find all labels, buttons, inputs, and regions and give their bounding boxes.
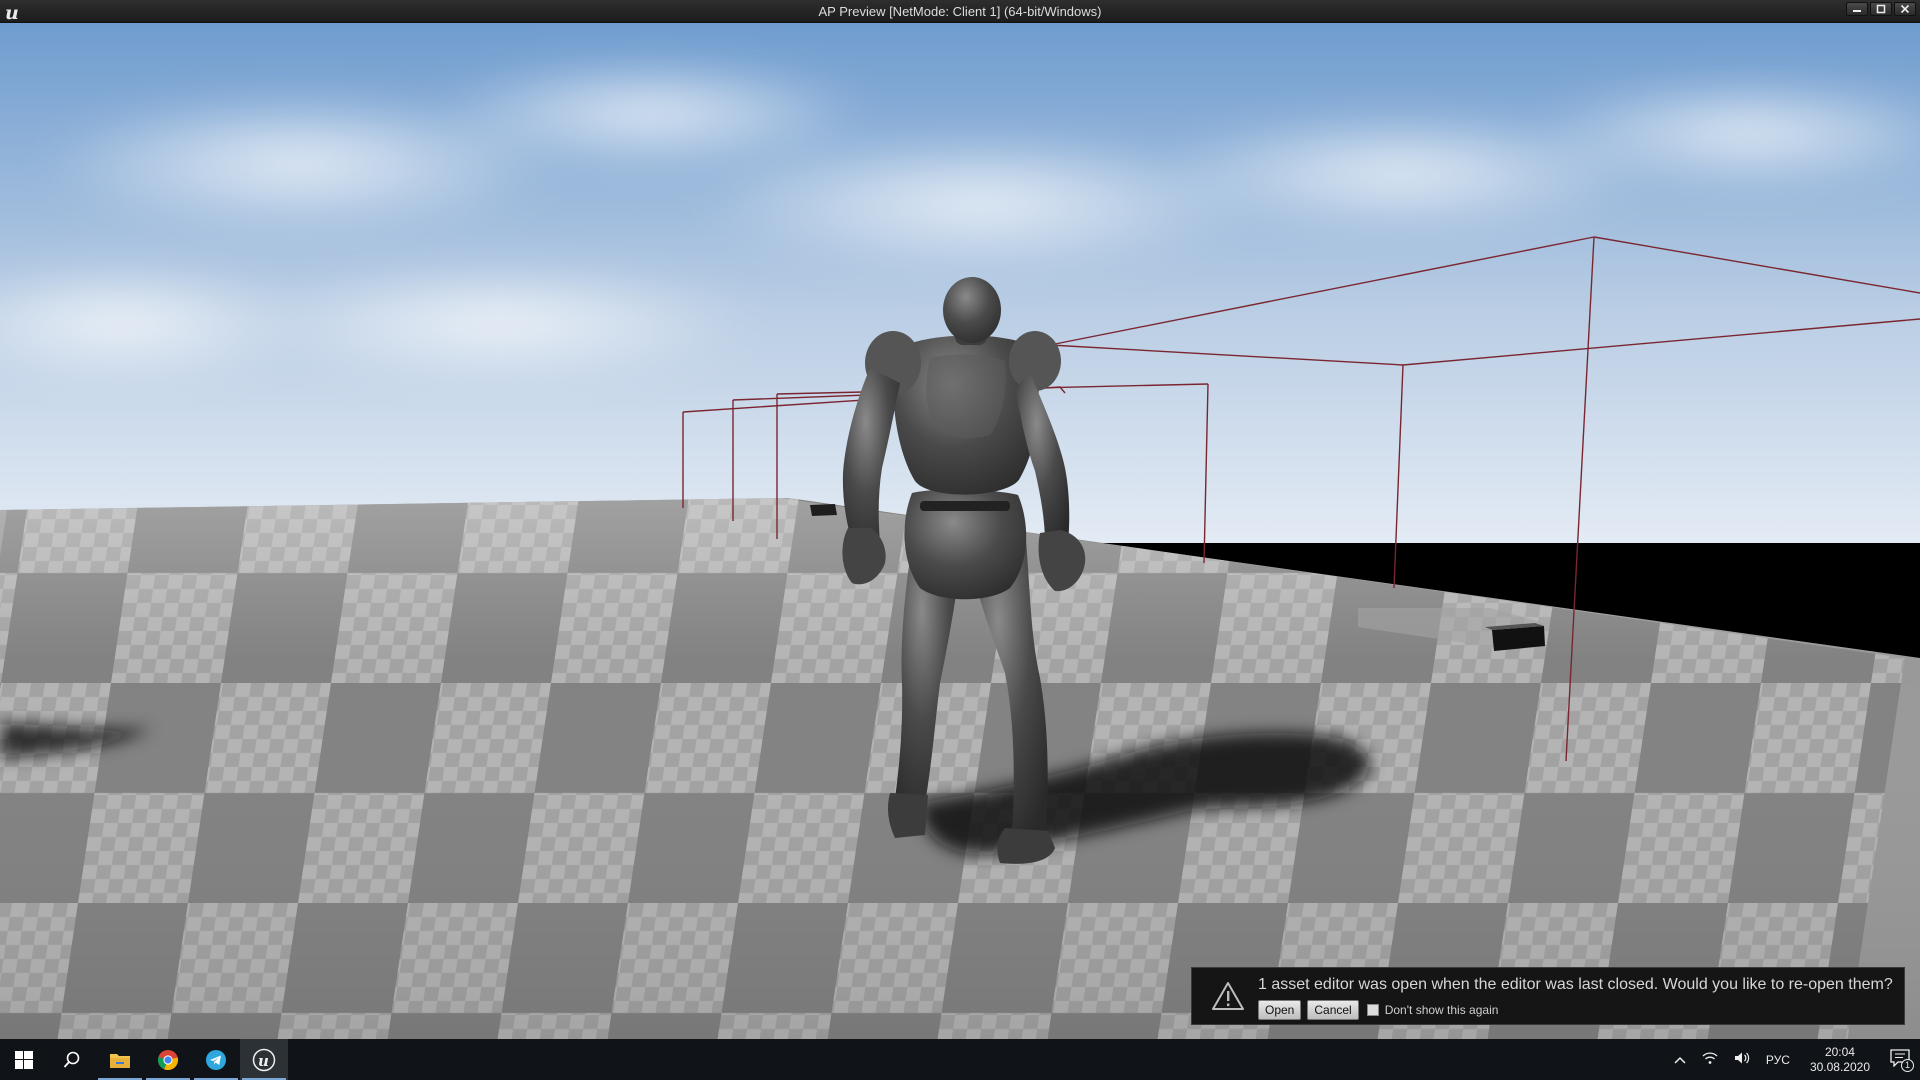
maximize-button[interactable] <box>1870 2 1892 16</box>
clock-date: 30.08.2020 <box>1809 1059 1870 1074</box>
action-center-button[interactable]: 1 <box>1890 1049 1914 1072</box>
open-button[interactable]: Open <box>1258 1000 1302 1020</box>
volume-button[interactable] <box>1734 1051 1750 1068</box>
speaker-icon <box>1734 1052 1750 1064</box>
maximize-icon <box>1876 4 1886 14</box>
notification-actions: Open Cancel Don't show this again <box>1258 1000 1498 1020</box>
close-button[interactable] <box>1894 2 1916 16</box>
screen: u AP Preview [NetMode: Client 1] (64-bit… <box>0 0 1920 1080</box>
system-tray: РУС 20:04 30.08.2020 1 <box>1666 1039 1920 1080</box>
tray-clock[interactable]: 20:04 30.08.2020 <box>1810 1045 1870 1075</box>
svg-text:u: u <box>258 1052 269 1070</box>
search-button[interactable] <box>48 1039 96 1080</box>
folder-icon <box>110 1053 130 1068</box>
window-title: AP Preview [NetMode: Client 1] (64-bit/W… <box>818 3 1102 19</box>
start-button[interactable] <box>0 1039 48 1080</box>
unreal-engine-icon: u <box>5 2 19 23</box>
search-icon <box>63 1051 80 1068</box>
input-language[interactable]: РУС <box>1766 1053 1790 1067</box>
windows-start-icon <box>15 1050 33 1069</box>
scene-render <box>0 23 1920 1039</box>
dont-show-again-checkbox[interactable] <box>1366 1004 1379 1016</box>
telegram-icon <box>206 1049 226 1070</box>
cancel-button[interactable]: Cancel <box>1307 1000 1359 1020</box>
dont-show-again-label[interactable]: Don't show this again <box>1385 1003 1499 1017</box>
window-titlebar[interactable]: u AP Preview [NetMode: Client 1] (64-bit… <box>0 0 1920 23</box>
minimize-icon <box>1853 10 1861 12</box>
minimize-button[interactable] <box>1846 2 1868 16</box>
taskbar-file-explorer[interactable] <box>96 1039 144 1080</box>
windows-taskbar: u РУС 20:04 30.08.2020 1 <box>0 1039 1920 1080</box>
taskbar-unreal-engine[interactable]: u <box>240 1039 288 1080</box>
chevron-up-icon <box>1674 1056 1686 1064</box>
close-icon <box>1900 4 1910 14</box>
taskbar-telegram[interactable] <box>192 1039 240 1080</box>
game-viewport[interactable] <box>0 23 1920 1039</box>
notification-count-badge: 1 <box>1900 1059 1914 1072</box>
notification-message: 1 asset editor was open when the editor … <box>1258 976 1893 993</box>
tray-overflow-button[interactable] <box>1674 1053 1686 1067</box>
svg-text:u: u <box>5 2 19 23</box>
taskbar-chrome[interactable] <box>144 1039 192 1080</box>
chrome-icon <box>157 1049 179 1070</box>
unreal-engine-icon: u <box>252 1048 276 1071</box>
window-controls <box>1846 0 1916 23</box>
network-button[interactable] <box>1702 1051 1718 1068</box>
reopen-editors-notification: 1 asset editor was open when the editor … <box>1191 967 1905 1025</box>
clock-time: 20:04 <box>1824 1044 1855 1059</box>
warning-icon <box>1212 982 1244 1010</box>
wifi-icon <box>1702 1052 1718 1064</box>
